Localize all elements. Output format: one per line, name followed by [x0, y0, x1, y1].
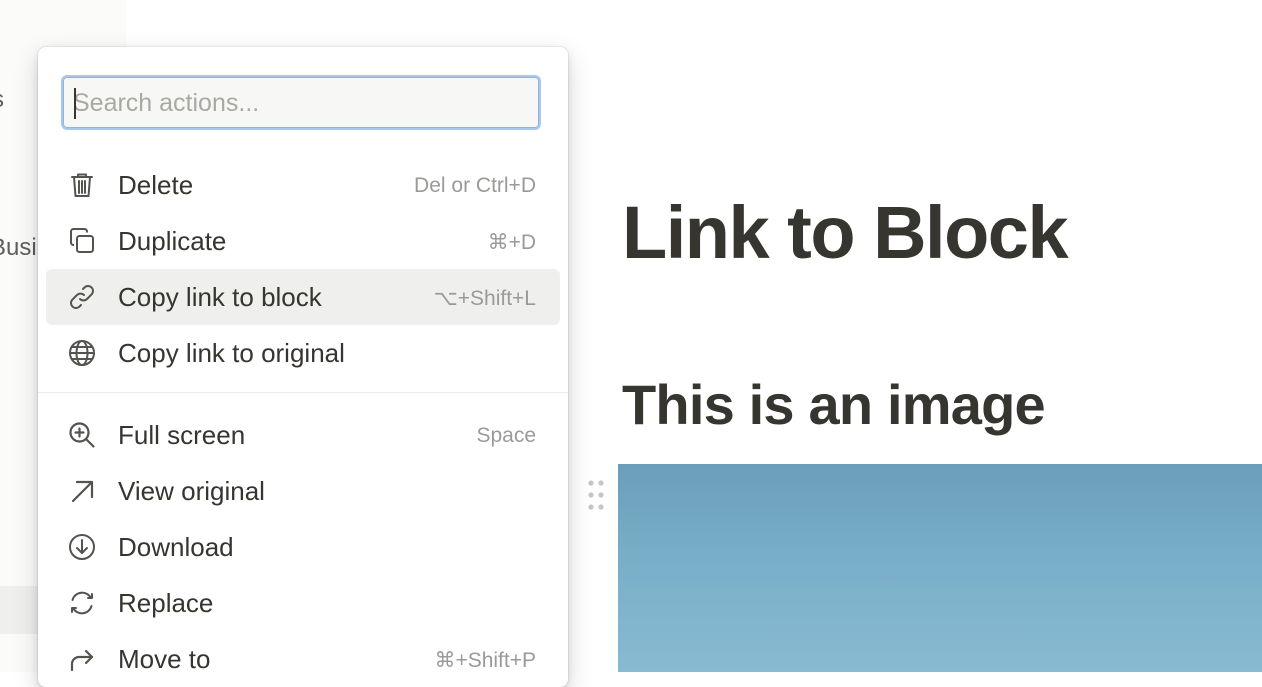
image-block[interactable]: [618, 464, 1262, 672]
menu-item-label: Copy link to block: [118, 282, 322, 312]
menu-divider: [38, 392, 568, 393]
link-icon: [66, 281, 98, 313]
download-icon: [66, 531, 98, 563]
globe-icon: [66, 337, 98, 369]
page-title[interactable]: Link to Block: [622, 190, 1069, 275]
drag-handle-icon[interactable]: [586, 478, 606, 512]
menu-item-shortcut: ⌥+Shift+L: [433, 287, 536, 310]
move-to-icon: [66, 643, 98, 675]
menu-item-shortcut: Space: [476, 424, 536, 447]
search-input[interactable]: [73, 85, 533, 121]
replace-icon: [66, 587, 98, 619]
menu-item-shortcut: Del or Ctrl+D: [414, 174, 536, 197]
menu-item-label: Move to: [118, 644, 211, 674]
menu-item-label: View original: [118, 476, 265, 506]
menu-item-label: Full screen: [118, 420, 246, 450]
block-actions-menu: Delete Del or Ctrl+D Duplicate ⌘+D Copy …: [38, 47, 568, 687]
menu-item-copy-link-to-original[interactable]: Copy link to original: [46, 325, 560, 381]
menu-item-copy-link-to-block[interactable]: Copy link to block ⌥+Shift+L: [46, 269, 560, 325]
zoom-in-icon: [66, 419, 98, 451]
menu-item-shortcut: ⌘+D: [487, 231, 536, 254]
menu-item-download[interactable]: Download: [46, 519, 560, 575]
menu-item-move-to[interactable]: Move to ⌘+Shift+P: [46, 631, 560, 687]
menu-item-label: Copy link to original: [118, 338, 345, 368]
menu-item-replace[interactable]: Replace: [46, 575, 560, 631]
menu-item-view-original[interactable]: View original: [46, 463, 560, 519]
text-caret: [74, 88, 76, 119]
menu-item-full-screen[interactable]: Full screen Space: [46, 407, 560, 463]
search-field[interactable]: [61, 75, 541, 130]
trash-icon: [66, 169, 98, 201]
menu-item-shortcut: ⌘+Shift+P: [434, 649, 536, 672]
menu-item-delete[interactable]: Delete Del or Ctrl+D: [46, 157, 560, 213]
menu-item-label: Replace: [118, 588, 214, 618]
menu-item-label: Delete: [118, 170, 194, 200]
menu-item-label: Download: [118, 532, 234, 562]
duplicate-icon: [66, 225, 98, 257]
menu-item-label: Duplicate: [118, 226, 227, 256]
arrow-up-right-icon: [66, 475, 98, 507]
heading-block[interactable]: This is an image: [622, 372, 1046, 437]
menu-item-duplicate[interactable]: Duplicate ⌘+D: [46, 213, 560, 269]
